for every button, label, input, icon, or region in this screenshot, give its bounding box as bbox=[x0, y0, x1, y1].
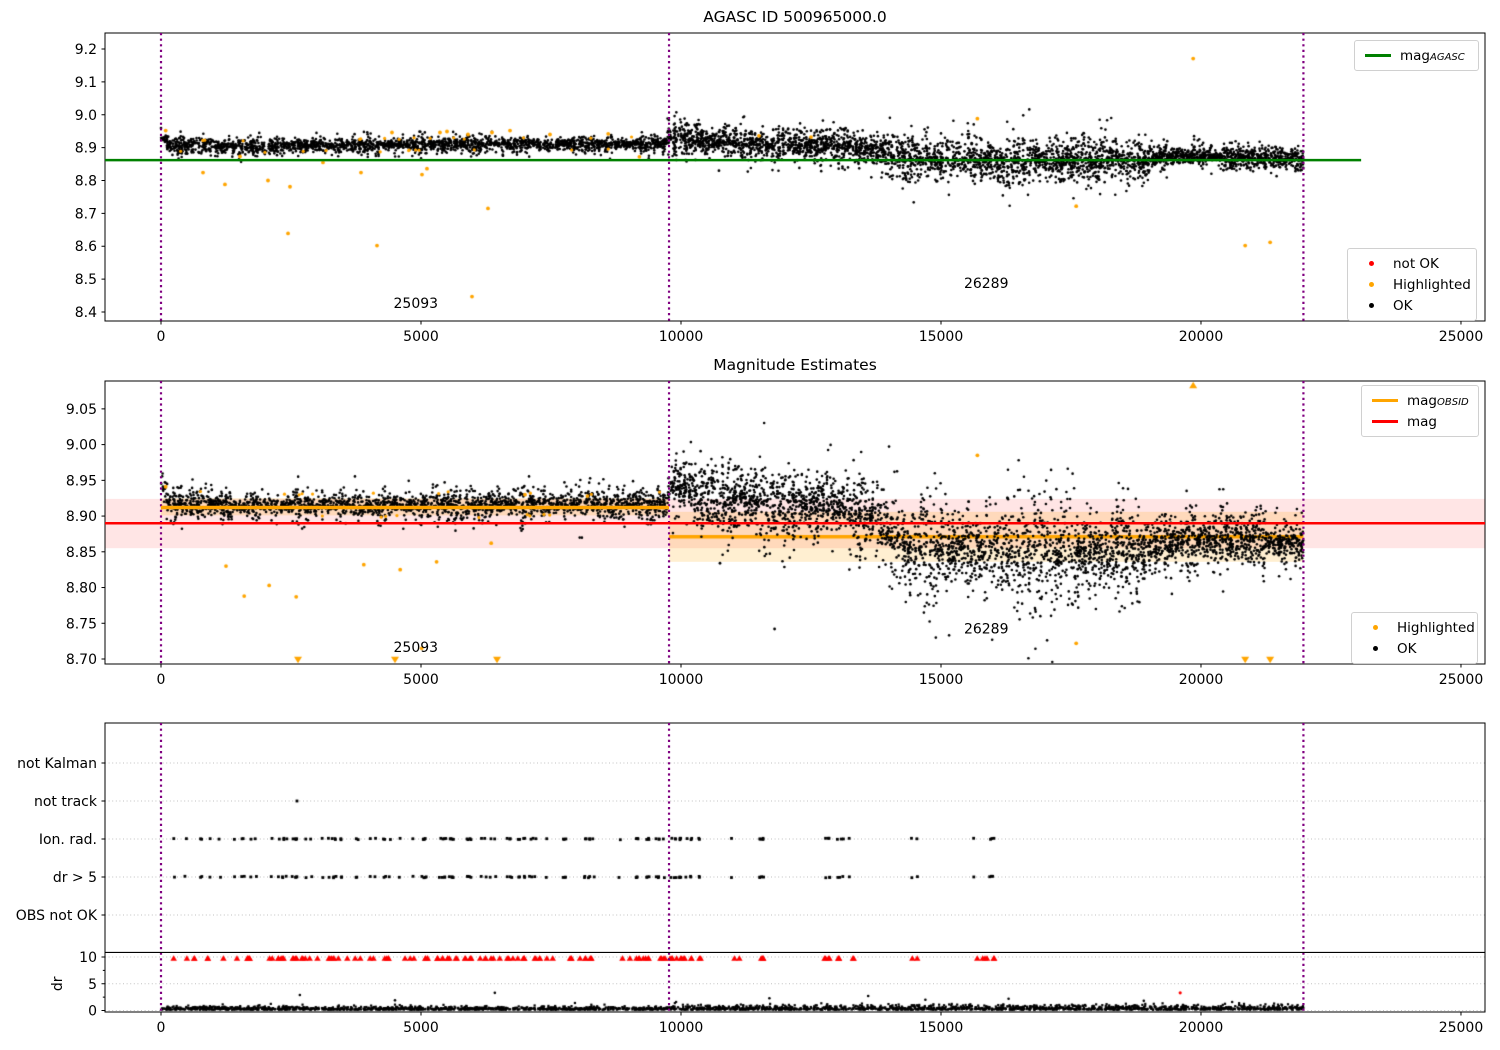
dot-swatch bbox=[1369, 303, 1374, 308]
dr-axis-label: dr bbox=[50, 976, 66, 991]
tick-label: 5000 bbox=[403, 672, 439, 688]
tick-label: 15000 bbox=[919, 329, 964, 345]
legend-label: not OK bbox=[1393, 255, 1439, 272]
legend-label: mag bbox=[1407, 413, 1437, 430]
tick-label: 0 bbox=[157, 329, 166, 345]
tick-label: 9.0 bbox=[75, 108, 97, 124]
line-swatch bbox=[1372, 399, 1398, 402]
legend-item: OK bbox=[1358, 295, 1468, 316]
tick-label: 5000 bbox=[403, 1020, 439, 1036]
dot-swatch bbox=[1369, 282, 1374, 287]
tick-label: 20000 bbox=[1179, 329, 1224, 345]
figure: 0 5000 10000 15000 20000 25000 0 5000 10000 15000… bbox=[0, 0, 1500, 1050]
flag-row-label: dr > 5 bbox=[53, 870, 97, 886]
flag-row-label: Ion. rad. bbox=[39, 832, 97, 848]
legend-label: OK bbox=[1397, 640, 1417, 657]
tick-label: 8.9 bbox=[75, 141, 97, 157]
axes-spine bbox=[104, 32, 1486, 322]
tick-label: 8.75 bbox=[66, 616, 97, 632]
legend-quality-top: not OK Highlighted OK bbox=[1347, 248, 1477, 321]
tick-label: 8.6 bbox=[75, 239, 97, 255]
plot-title: Magnitude Estimates bbox=[713, 356, 877, 374]
legend-label: magAGASC bbox=[1400, 47, 1465, 64]
legend-label: Highlighted bbox=[1393, 276, 1471, 293]
obsid-annotation: 26289 bbox=[964, 621, 1009, 637]
tick-label: 8.85 bbox=[66, 545, 97, 561]
legend-item: mag bbox=[1372, 411, 1470, 432]
tick-label: 8.7 bbox=[75, 206, 97, 222]
tick-label: 0 bbox=[157, 672, 166, 688]
flag-row-label: not Kalman bbox=[17, 756, 97, 772]
legend-item: magAGASC bbox=[1365, 45, 1470, 66]
flag-row-label: not track bbox=[34, 794, 98, 810]
axes-overlay: 0 5000 10000 15000 20000 25000 0 5000 10000 15000… bbox=[16, 8, 1486, 1036]
legend-item: not OK bbox=[1358, 253, 1468, 274]
legend-label: Highlighted bbox=[1397, 619, 1475, 636]
tick-label: 15000 bbox=[919, 672, 964, 688]
dot-swatch bbox=[1369, 261, 1374, 266]
line-swatch bbox=[1365, 54, 1391, 57]
obsid-annotation: 26289 bbox=[964, 276, 1009, 292]
tick-label: 20000 bbox=[1179, 672, 1224, 688]
tick-label: 9.1 bbox=[75, 75, 97, 91]
legend-label: OK bbox=[1393, 297, 1413, 314]
legend-item: OK bbox=[1362, 638, 1469, 659]
legend-item: Highlighted bbox=[1362, 617, 1475, 638]
tick-label: 10 bbox=[79, 950, 97, 966]
line-swatch bbox=[1372, 420, 1398, 423]
tick-label: 8.4 bbox=[75, 305, 97, 321]
legend-mag-lines: magOBSID mag bbox=[1361, 385, 1479, 437]
legend-item: magOBSID bbox=[1372, 390, 1470, 411]
tick-label: 10000 bbox=[659, 1020, 704, 1036]
tick-label: 15000 bbox=[919, 1020, 964, 1036]
tick-label: 5000 bbox=[403, 329, 439, 345]
tick-label: 8.5 bbox=[75, 272, 97, 288]
plot-title: AGASC ID 500965000.0 bbox=[703, 8, 887, 26]
tick-label: 10000 bbox=[659, 672, 704, 688]
tick-label: 8.95 bbox=[66, 473, 97, 489]
tick-label: 0 bbox=[157, 1020, 166, 1036]
tick-label: 25000 bbox=[1439, 329, 1484, 345]
tick-label: 8.90 bbox=[66, 509, 97, 525]
tick-label: 8.8 bbox=[75, 174, 97, 190]
axes-spine bbox=[104, 722, 1486, 1013]
tick-label: 20000 bbox=[1179, 1020, 1224, 1036]
tick-label: 25000 bbox=[1439, 1020, 1484, 1036]
tick-label: 5 bbox=[88, 977, 97, 993]
tick-label: 9.00 bbox=[66, 438, 97, 454]
dot-swatch bbox=[1373, 625, 1378, 630]
tick-label: 10000 bbox=[659, 329, 704, 345]
dot-swatch bbox=[1373, 646, 1378, 651]
legend-mag-agasc: magAGASC bbox=[1354, 40, 1479, 71]
obsid-annotation: 25093 bbox=[394, 640, 439, 656]
tick-label: 9.05 bbox=[66, 402, 97, 418]
tick-label: 8.70 bbox=[66, 652, 97, 668]
obsid-annotation: 25093 bbox=[394, 296, 439, 312]
legend-quality-mid: Highlighted OK bbox=[1351, 612, 1478, 664]
tick-label: 25000 bbox=[1439, 672, 1484, 688]
flag-row-label: OBS not OK bbox=[16, 908, 98, 924]
legend-item: Highlighted bbox=[1358, 274, 1471, 295]
tick-label: 8.80 bbox=[66, 581, 97, 597]
tick-label: 0 bbox=[88, 1004, 97, 1020]
tick-label: 9.2 bbox=[75, 42, 97, 58]
legend-label: magOBSID bbox=[1407, 392, 1469, 409]
